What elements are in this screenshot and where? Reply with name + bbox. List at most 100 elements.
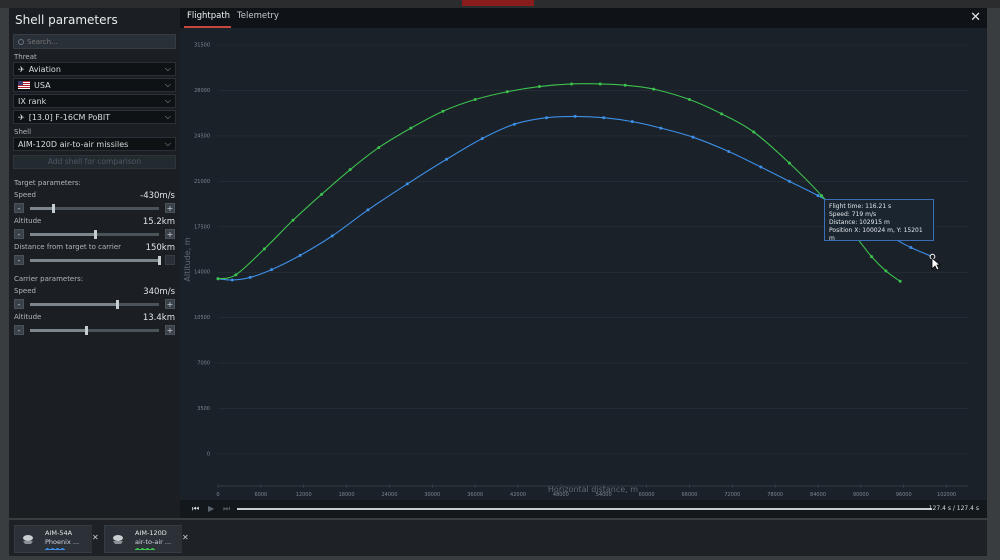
comparison-card[interactable]: AIM-54A Phoenix ... <box>14 525 94 553</box>
target-distance-decrement[interactable]: - <box>14 255 24 265</box>
tab-flightpath[interactable]: Flightpath <box>187 11 230 21</box>
play-icon[interactable]: ▶ <box>208 504 214 513</box>
shell-dropdown[interactable]: AIM-120D air-to-air missiles ⌵ <box>13 137 176 151</box>
series-point <box>602 116 606 120</box>
series-point <box>298 253 302 257</box>
y-tick-label: 28000 <box>194 88 210 94</box>
search-input[interactable] <box>27 37 167 46</box>
target-altitude-increment[interactable]: + <box>165 229 175 239</box>
slider-handle[interactable] <box>51 203 55 213</box>
remove-card-icon[interactable]: ✕ <box>182 525 189 553</box>
slider-handle[interactable] <box>94 229 98 239</box>
target-altitude-decrement[interactable]: - <box>14 229 24 239</box>
close-icon[interactable]: ✕ <box>970 10 981 25</box>
series-point <box>445 157 449 161</box>
tab-bar: Flightpath Telemetry ✕ <box>180 8 987 28</box>
carrier-speed-track[interactable] <box>30 299 159 309</box>
target-speed-decrement[interactable]: - <box>14 203 24 213</box>
target-distance-slider: - <box>14 255 175 265</box>
search-icon <box>18 38 24 45</box>
remove-card-icon[interactable]: ✕ <box>92 525 99 553</box>
series-point <box>570 82 574 86</box>
country-dropdown[interactable]: USA ⌵ <box>13 78 176 92</box>
rank-dropdown[interactable]: IX rank ⌵ <box>13 94 176 108</box>
shell-value: AIM-120D air-to-air missiles <box>18 139 129 149</box>
shell-label: Shell <box>14 128 32 136</box>
slider-handle[interactable] <box>85 325 89 335</box>
flightpath-panel: Flightpath Telemetry ✕ 0 3500 7000 10500 140… <box>180 8 987 518</box>
x-tick-label: 84000 <box>810 492 826 498</box>
card-name-line1: AIM-54A <box>45 529 73 537</box>
series-point <box>537 85 541 89</box>
x-tick-label: 6000 <box>254 492 267 498</box>
x-tick-label: 36000 <box>467 492 483 498</box>
x-tick-label: 12000 <box>296 492 312 498</box>
carrier-altitude-decrement[interactable]: - <box>14 325 24 335</box>
y-tick-label: 7000 <box>197 361 210 367</box>
comparison-card[interactable]: AIM-120D air-to-air ... <box>104 525 184 553</box>
target-altitude-label: Altitude <box>14 217 42 225</box>
country-value: USA <box>34 80 51 90</box>
series-point <box>573 114 577 118</box>
carrier-speed-slider: - + <box>14 299 175 309</box>
series-point <box>320 192 324 196</box>
chevron-down-icon: ⌵ <box>164 64 171 73</box>
carrier-altitude-track[interactable] <box>30 325 159 335</box>
target-altitude-track[interactable] <box>30 229 159 239</box>
x-tick-label: 42000 <box>510 492 526 498</box>
series-point <box>505 90 509 94</box>
x-tick-label: 96000 <box>896 492 912 498</box>
target-speed-row: Speed -430m/s <box>9 191 180 201</box>
carrier-speed-value: 340m/s <box>143 287 175 297</box>
carrier-speed-increment[interactable]: + <box>165 299 175 309</box>
series-point <box>687 98 691 102</box>
series-point <box>598 82 602 86</box>
search-field[interactable] <box>13 34 176 49</box>
carrier-altitude-increment[interactable]: + <box>165 325 175 335</box>
target-parameters-heading: Target parameters: <box>14 179 81 187</box>
vehicle-value: [13.0] F-16CM PoBIT <box>28 112 111 122</box>
carrier-altitude-value: 13.4km <box>142 313 175 323</box>
x-tick-label: 60000 <box>639 492 655 498</box>
tab-telemetry[interactable]: Telemetry <box>237 11 279 21</box>
y-tick-label: 21000 <box>194 179 210 185</box>
point-tooltip: Flight time: 116.21 s Speed: 719 m/s Dis… <box>824 199 934 242</box>
series-point <box>409 126 413 130</box>
skip-back-icon[interactable]: ⏮ <box>192 504 199 514</box>
missile-icon <box>23 535 33 544</box>
target-distance-label: Distance from target to carrier <box>14 243 122 251</box>
threat-type-dropdown[interactable]: ✈ Aviation ⌵ <box>13 62 176 76</box>
carrier-speed-decrement[interactable]: - <box>14 299 24 309</box>
threat-type-value: Aviation <box>28 64 61 74</box>
series-point <box>623 83 627 87</box>
x-tick-label: 24000 <box>381 492 397 498</box>
target-distance-row: Distance from target to carrier 150km <box>9 243 180 253</box>
playback-progress-track[interactable] <box>237 508 932 510</box>
skip-forward-icon[interactable]: ⏭ <box>223 504 230 514</box>
x-tick-label: 90000 <box>853 492 869 498</box>
series-point <box>884 269 888 273</box>
slider-handle[interactable] <box>116 299 120 309</box>
add-shell-comparison-button[interactable]: Add shell for comparison <box>13 155 176 169</box>
carrier-altitude-label: Altitude <box>14 313 42 321</box>
series-point <box>909 246 913 250</box>
slider-fill <box>30 302 118 306</box>
series-point <box>480 136 484 140</box>
vehicle-dropdown[interactable]: ✈ [13.0] F-16CM PoBIT ⌵ <box>13 110 176 124</box>
target-speed-increment[interactable]: + <box>165 203 175 213</box>
x-tick-label: 72000 <box>724 492 740 498</box>
target-distance-track[interactable] <box>30 255 161 265</box>
x-tick-label: 102000 <box>937 492 956 498</box>
target-speed-track[interactable] <box>30 203 159 213</box>
series-color-swatch <box>135 548 155 550</box>
series-color-swatch <box>45 548 65 550</box>
slider-fill <box>30 328 87 332</box>
target-distance-increment[interactable] <box>165 255 175 265</box>
tooltip-distance: Distance: 102915 m <box>829 219 890 226</box>
playback-time: 127.4 s / 127.4 s <box>928 505 979 512</box>
target-distance-value: 150km <box>145 243 175 253</box>
x-tick-label: 0 <box>216 492 219 498</box>
background-banner <box>462 0 534 6</box>
slider-handle[interactable] <box>157 255 161 265</box>
y-tick-label: 14000 <box>194 270 210 276</box>
